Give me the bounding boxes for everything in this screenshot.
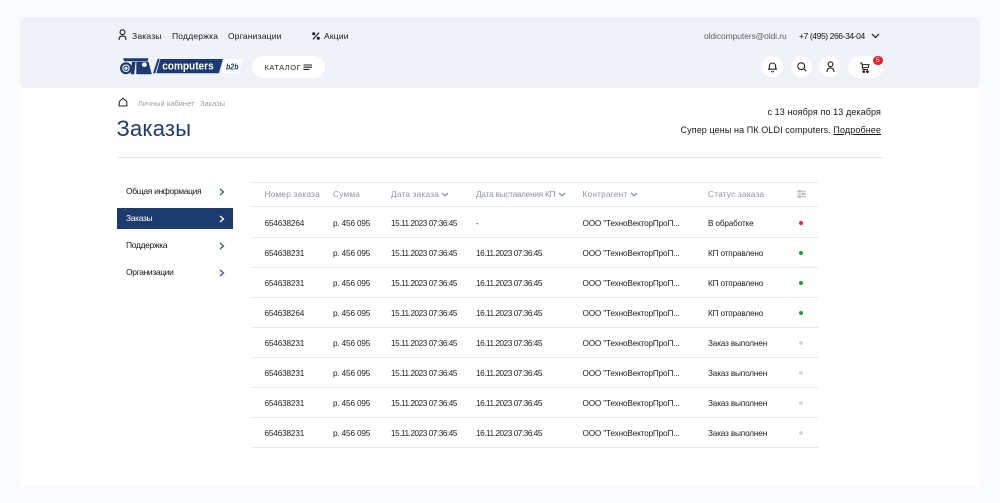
svg-text:b2b: b2b <box>226 62 239 71</box>
svg-text:computers: computers <box>162 61 214 73</box>
